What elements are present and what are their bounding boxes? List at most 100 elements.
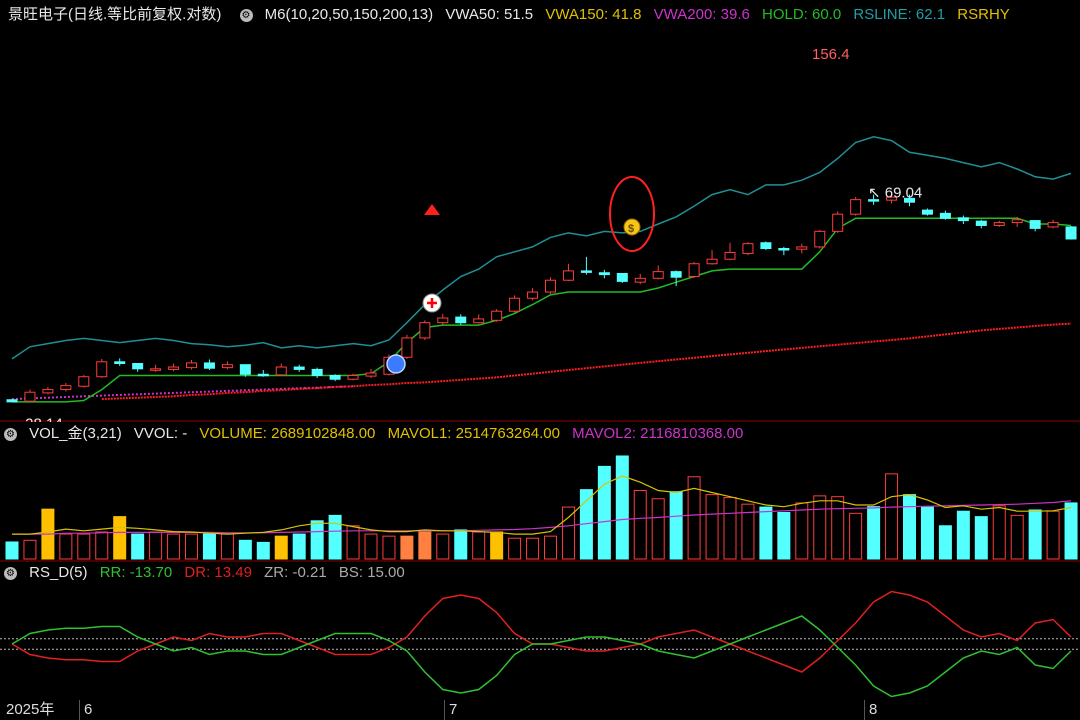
candle-body [275,366,287,376]
candle-body [598,272,610,276]
x-tick [79,700,80,720]
high-price-label: 156.4 [812,46,850,63]
candle-body [706,258,718,265]
volume-bar [795,502,809,560]
hold-label: HOLD: 60.0 [762,6,842,23]
volume-bar [220,533,234,560]
candle-body [329,374,341,380]
volume-bar [59,533,73,560]
candle-body [921,209,933,215]
volume-bar [938,525,952,560]
stock-name[interactable]: 景旺电子(日线.等比前复权.对数) [8,6,221,23]
vol-indicator-name[interactable]: VOL_金(3,21) [29,425,122,442]
volume-bar [615,455,629,560]
rsline-label: RSLINE: 62.1 [853,6,946,23]
x-axis-year: 2025年 [6,701,55,718]
zr-label: ZR: -0.21 [264,564,327,581]
candle-body [562,270,574,281]
blue-ball-icon [386,354,406,374]
volume-bar [974,516,988,560]
candle-body [760,242,772,250]
vwa150-line [101,322,1072,401]
candle-body [114,361,126,365]
candle-body [311,368,323,376]
candle-body [437,317,449,324]
rs-chart[interactable] [0,584,1080,698]
candle-body [796,246,808,250]
volume-bar [23,539,37,560]
volume-bar [113,516,127,560]
candle-body [293,366,305,370]
x-axis-month-8: 8 [869,701,878,718]
low-price-label: ← 28.14 [6,415,63,422]
candle-body [814,230,826,248]
candle-body [239,364,251,375]
highlight-circle [609,176,655,252]
candle-body [957,217,969,222]
high-arrow-label: ↖ 69.04 [868,185,922,202]
dr-label: DR: 13.49 [184,564,252,581]
volume-bar [167,533,181,560]
volume-bar [418,531,432,560]
candle-body [150,368,162,371]
candle-body [616,272,628,282]
candle-body [1029,220,1041,229]
volume-bar [777,511,791,560]
volume-bar [597,465,611,560]
volume-bar [759,506,773,560]
volume-bar [920,506,934,560]
ma-indicator[interactable]: M6(10,20,50,150,200,13) [265,6,433,23]
candle-body [1011,219,1023,224]
candle-body [742,243,754,254]
volume-header: ⚙ VOL_金(3,21) VVOL: - VOLUME: 2689102848… [0,423,1080,445]
candle-body [6,399,18,403]
sell-signal-triangle-icon [424,204,440,215]
volume-bar [490,531,504,560]
volume-bar [705,494,719,560]
bs-label: BS: 15.00 [338,564,405,581]
volume-bar [292,533,306,560]
x-tick [444,700,445,720]
candle-body [634,277,646,283]
volume-bar [1028,509,1042,560]
settings-icon[interactable]: ⚙ [239,8,253,22]
volume-bar [131,533,145,560]
volume-bar [274,535,288,560]
candle-body [347,374,359,380]
x-tick [864,700,865,720]
candle-body [580,270,592,273]
volume-bar [633,489,647,560]
settings-icon[interactable]: ⚙ [4,566,17,580]
money-bag-symbol: $ [628,223,634,235]
volume-bar [1064,502,1078,560]
candle-body [203,362,215,369]
x-axis: 2025年 6 7 8 [0,700,1080,720]
candle-body [257,373,269,377]
candle-body [993,222,1005,226]
volume-bar [813,495,827,560]
settings-icon[interactable]: ⚙ [4,427,17,441]
vvol-label: VVOL: - [133,425,188,442]
x-axis-month-6: 6 [84,701,93,718]
volume-bar [544,535,557,560]
rr-label: RR: -13.70 [99,564,173,581]
volume-bar [885,473,899,560]
candle-body [491,310,503,321]
volume-chart[interactable] [0,444,1080,562]
candle-body [545,279,556,293]
mavol1-label: MAVOL1: 2514763264.00 [387,425,560,442]
dr-line [11,590,1072,673]
candle-body [24,391,36,402]
candle-body [455,316,467,324]
candle-body [132,363,144,370]
volume-bar [328,514,342,560]
candle-body [670,271,682,278]
volume-bar [382,535,396,560]
candle-body [724,251,736,260]
rr-line [11,615,1072,698]
volume-bar [849,512,863,560]
volume-bar [831,496,845,560]
candle-body [96,361,108,378]
price-chart[interactable]: 156.4 ↖ 69.04 ← 28.14 $ [0,24,1080,422]
rs-indicator-name[interactable]: RS_D(5) [29,564,87,581]
